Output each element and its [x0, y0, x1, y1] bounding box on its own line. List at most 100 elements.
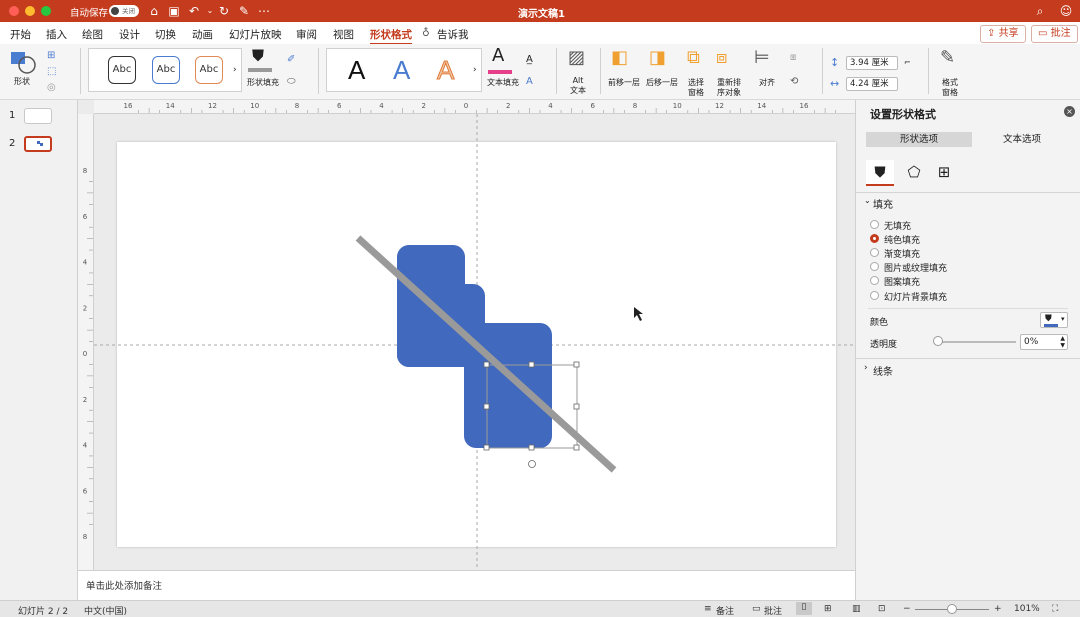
- tab-review[interactable]: 审阅: [296, 27, 317, 42]
- zoom-in-icon[interactable]: +: [994, 604, 1002, 614]
- tab-draw[interactable]: 绘图: [82, 27, 103, 42]
- format-pane-icon[interactable]: ✎: [940, 49, 955, 67]
- tab-home[interactable]: 开始: [10, 27, 31, 42]
- text-outline-icon[interactable]: A̲: [526, 52, 533, 68]
- width-field[interactable]: 4.24 厘米: [846, 77, 898, 91]
- size-layout-icon[interactable]: ⊞: [930, 160, 958, 186]
- autosave-toggle[interactable]: 关闭: [109, 5, 139, 17]
- height-field[interactable]: 3.94 厘米: [846, 56, 898, 70]
- ruler-tick-label: 0: [464, 102, 468, 110]
- wordart-sample-2[interactable]: A: [393, 56, 410, 84]
- radio-no-fill[interactable]: [870, 220, 879, 229]
- wordart-more-icon[interactable]: ›: [473, 62, 477, 78]
- zoom-level[interactable]: 101%: [1014, 604, 1040, 614]
- save-icon[interactable]: ▣: [166, 3, 182, 19]
- send-backward-icon[interactable]: ◨: [649, 49, 666, 67]
- tab-design[interactable]: 设计: [119, 27, 140, 42]
- tab-transitions[interactable]: 切换: [155, 27, 176, 42]
- close-pane-icon[interactable]: ×: [1064, 106, 1075, 117]
- tell-me-search[interactable]: 告诉我: [437, 27, 469, 42]
- zoom-window-button[interactable]: [41, 6, 51, 16]
- shape-fill-icon[interactable]: ⛊: [252, 48, 264, 64]
- chevron-right-icon[interactable]: ›: [864, 363, 868, 373]
- reorder-objects-icon[interactable]: ⧈: [716, 49, 727, 67]
- minimize-window-button[interactable]: [25, 6, 35, 16]
- text-fill-icon[interactable]: A: [492, 47, 504, 65]
- merge-shapes-icon[interactable]: ◎: [47, 80, 56, 96]
- group-icon[interactable]: ⧆: [790, 50, 796, 66]
- selection-pane-icon[interactable]: ⧉: [687, 49, 700, 67]
- undo-icon[interactable]: ↶: [186, 3, 202, 19]
- zoom-out-icon[interactable]: −: [903, 604, 911, 614]
- transparency-field[interactable]: 0% ▲ ▼: [1020, 334, 1068, 350]
- comments-button[interactable]: ▭ 批注: [1031, 25, 1078, 43]
- radio-picture-fill[interactable]: [870, 262, 879, 271]
- tab-slideshow[interactable]: 幻灯片放映: [229, 27, 282, 42]
- search-icon[interactable]: ⌕: [1032, 3, 1048, 19]
- line-section-header[interactable]: 线条: [873, 363, 893, 378]
- gallery-more-icon[interactable]: ›: [233, 62, 237, 78]
- horizontal-ruler[interactable]: 16 14 12 10 8 6 4 2 0 2 4 6 8 10 12 14 16: [94, 100, 855, 114]
- alt-text-icon[interactable]: ▨: [568, 49, 585, 67]
- rotate-icon[interactable]: ⟲: [790, 74, 798, 90]
- radio-solid-fill[interactable]: [870, 234, 879, 243]
- slide-thumbnail-2[interactable]: [24, 136, 52, 152]
- rotate-handle-icon[interactable]: [528, 460, 536, 468]
- language-indicator[interactable]: 中文(中国): [84, 604, 127, 617]
- lock-aspect-icon[interactable]: ⌐: [904, 55, 911, 71]
- style-sample-2[interactable]: Abc: [152, 56, 180, 84]
- tab-shape-options[interactable]: 形状选项: [866, 132, 972, 147]
- slide-thumbnail-1[interactable]: [24, 108, 52, 124]
- more-icon[interactable]: ⋯: [256, 3, 272, 19]
- zoom-slider-knob[interactable]: [947, 604, 957, 614]
- pentagon-icon[interactable]: ⬠: [900, 160, 928, 186]
- shape-outline-icon[interactable]: ✐: [287, 52, 295, 68]
- radio-background-fill[interactable]: [870, 291, 879, 300]
- close-window-button[interactable]: [9, 6, 19, 16]
- shapes-icon[interactable]: [10, 50, 38, 76]
- stepper-icon[interactable]: ▲ ▼: [1060, 335, 1065, 349]
- slideshow-icon[interactable]: ⊡: [878, 604, 886, 614]
- notes-area[interactable]: 单击此处添加备注: [78, 570, 855, 600]
- style-sample-1[interactable]: Abc: [108, 56, 136, 84]
- slide-sorter-icon[interactable]: ⊞: [824, 604, 832, 614]
- notes-icon[interactable]: ≡: [704, 604, 712, 614]
- wordart-sample-3[interactable]: A: [436, 56, 454, 85]
- ruler-tick-label: 12: [208, 102, 217, 110]
- edit-shape-icon[interactable]: ⬚: [47, 64, 56, 80]
- comments-toggle[interactable]: 批注: [764, 604, 782, 617]
- notes-toggle[interactable]: 备注: [716, 604, 734, 617]
- tab-view[interactable]: 视图: [333, 27, 354, 42]
- reading-view-icon[interactable]: ▥: [852, 604, 861, 614]
- home-icon[interactable]: ⌂: [146, 3, 162, 19]
- tab-shape-format[interactable]: 形状格式: [370, 27, 412, 45]
- comments-icon[interactable]: ▭: [752, 604, 761, 614]
- account-icon[interactable]: ☺: [1058, 3, 1074, 19]
- redo-icon[interactable]: ↻: [216, 3, 232, 19]
- tab-text-options[interactable]: 文本选项: [972, 132, 1072, 147]
- share-button[interactable]: ⇪ 共享: [980, 25, 1026, 43]
- chevron-down-icon[interactable]: ⌄: [864, 196, 871, 205]
- width-icon: ↔: [830, 77, 840, 90]
- color-picker-button[interactable]: ⛊ ▾: [1040, 312, 1068, 328]
- text-effects-icon[interactable]: A: [526, 74, 533, 90]
- ribbon-divider: [318, 48, 319, 94]
- fit-slide-icon[interactable]: ⛶: [1052, 604, 1058, 614]
- normal-view-icon[interactable]: ▯: [796, 602, 812, 615]
- transparency-slider-track[interactable]: [936, 341, 1016, 343]
- wordart-sample-1[interactable]: A: [348, 56, 365, 84]
- align-icon[interactable]: ⊨: [754, 49, 770, 67]
- bring-forward-icon[interactable]: ◧: [611, 49, 628, 67]
- radio-gradient-fill[interactable]: [870, 248, 879, 257]
- tab-animations[interactable]: 动画: [192, 27, 213, 42]
- radio-pattern-fill[interactable]: [870, 276, 879, 285]
- transparency-slider-knob[interactable]: [933, 336, 943, 346]
- tab-insert[interactable]: 插入: [46, 27, 67, 42]
- vertical-ruler[interactable]: 8 6 4 2 0 2 4 6 8: [78, 114, 94, 570]
- text-box-icon[interactable]: ⊞: [47, 48, 55, 64]
- shape-effects-icon[interactable]: ⬭: [287, 74, 296, 90]
- paint-bucket-icon[interactable]: ⛊: [866, 160, 894, 186]
- fill-section-header[interactable]: 填充: [873, 196, 893, 211]
- style-sample-3[interactable]: Abc: [195, 56, 223, 84]
- edit-icon[interactable]: ✎: [236, 3, 252, 19]
